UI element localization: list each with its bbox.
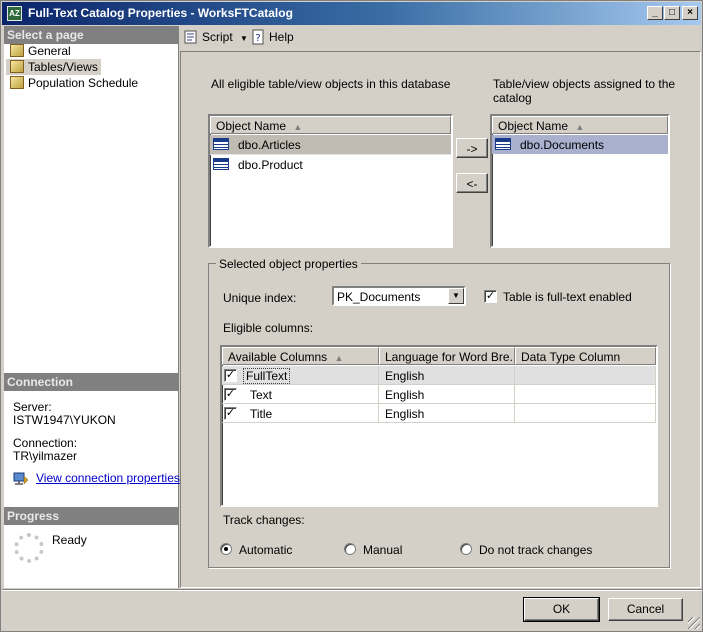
cancel-button[interactable]: Cancel [608, 598, 683, 621]
data-type-column-header[interactable]: Data Type Column [515, 347, 656, 365]
list-item[interactable]: dbo.Documents [492, 135, 668, 154]
eligible-columns-label: Eligible columns: [223, 321, 314, 335]
object-name-header[interactable]: Object Name ▲ [210, 116, 451, 134]
grid-cell [379, 366, 515, 385]
assigned-objects-label-line2: catalog [493, 91, 532, 105]
page-item-general[interactable]: General [6, 43, 74, 59]
svg-text:?: ? [255, 33, 260, 44]
grid-cell [379, 385, 515, 404]
list-item-label: dbo.Articles [238, 138, 301, 152]
toolbar: Script ▼ ? Help [179, 26, 701, 50]
ok-button[interactable]: OK [523, 597, 600, 622]
selected-object-properties-title: Selected object properties [216, 257, 361, 271]
table-row[interactable]: ✓ Text English [222, 385, 656, 404]
close-button[interactable]: × [682, 6, 698, 20]
list-item-label: dbo.Documents [520, 138, 605, 152]
chevron-down-icon[interactable]: ▼ [240, 34, 248, 43]
unique-index-value: PK_Documents [337, 290, 421, 304]
page-item-tables-views[interactable]: Tables/Views [6, 59, 101, 75]
page-item-label: General [28, 44, 71, 58]
progress-header: Progress [4, 507, 179, 525]
script-icon [184, 30, 197, 44]
app-icon: AZ [7, 6, 22, 21]
eligible-objects-list[interactable]: Object Name ▲ dbo.Articles dbo.Product [208, 114, 453, 248]
progress-status: Ready [52, 533, 87, 547]
page-item-label: Tables/Views [28, 60, 98, 74]
fulltext-enabled-checkbox[interactable]: ✓ [484, 290, 497, 303]
dialog-window: AZ Full-Text Catalog Properties - WorksF… [0, 0, 703, 632]
connection-label: Connection: [13, 436, 78, 450]
track-none-radio[interactable] [460, 543, 472, 555]
help-button[interactable]: ? Help [249, 29, 294, 47]
server-value: ISTW1947\YUKON [13, 413, 116, 427]
help-label: Help [269, 30, 294, 44]
track-none-label: Do not track changes [479, 543, 593, 557]
minimize-button[interactable]: _ [647, 6, 663, 20]
track-automatic-radio[interactable] [220, 543, 232, 555]
object-name-header-label: Object Name [498, 119, 569, 133]
grid-cell [515, 404, 656, 423]
connection-value: TR\yilmazer [13, 449, 78, 463]
script-label: Script [202, 30, 233, 44]
table-icon [213, 158, 229, 170]
sort-asc-icon: ▲ [334, 353, 344, 363]
grid-cell [222, 385, 379, 404]
page-icon [10, 60, 24, 73]
sort-asc-icon: ▲ [293, 122, 303, 132]
grid-cell [515, 385, 656, 404]
list-item[interactable]: dbo.Articles [210, 135, 451, 154]
page-icon [10, 76, 24, 89]
resize-grip-icon[interactable] [688, 617, 700, 629]
table-icon [213, 138, 229, 150]
list-item-label: dbo.Product [238, 158, 303, 172]
select-page-header: Select a page [4, 26, 179, 44]
sort-asc-icon: ▲ [575, 122, 585, 132]
table-row[interactable]: ✓ FullText English [222, 366, 656, 385]
track-manual-label: Manual [363, 543, 403, 557]
list-item[interactable]: dbo.Product [210, 154, 451, 173]
grid-cell [222, 404, 379, 423]
grid-cell [515, 366, 656, 385]
footer-separator [2, 589, 702, 590]
language-header[interactable]: Language for Word Bre... [379, 347, 515, 365]
available-columns-header-label: Available Columns [228, 350, 328, 364]
table-icon [495, 138, 511, 150]
script-button[interactable]: Script ▼ [182, 29, 248, 47]
eligible-objects-label: All eligible table/view objects in this … [211, 77, 451, 91]
grid-cell [379, 404, 515, 423]
page-item-population-schedule[interactable]: Population Schedule [6, 75, 141, 91]
progress-spinner-icon [14, 533, 44, 563]
page-icon [10, 44, 24, 57]
table-row[interactable]: ✓ Title English [222, 404, 656, 423]
left-panel: Select a page General Tables/Views Popul… [4, 26, 180, 588]
view-connection-properties-link[interactable]: View connection properties [36, 471, 180, 485]
chevron-down-icon[interactable]: ▼ [448, 288, 464, 304]
track-changes-label: Track changes: [223, 513, 305, 527]
window-title: Full-Text Catalog Properties - WorksFTCa… [28, 6, 293, 20]
fulltext-enabled-label: Table is full-text enabled [503, 290, 632, 304]
page-item-label: Population Schedule [28, 76, 139, 90]
track-automatic-label: Automatic [239, 543, 293, 557]
available-columns-header[interactable]: Available Columns ▲ [222, 347, 379, 365]
move-left-button[interactable]: <- [456, 173, 488, 193]
eligible-columns-grid[interactable]: Available Columns ▲ Language for Word Br… [220, 345, 658, 507]
move-right-button[interactable]: -> [456, 138, 488, 158]
server-label: Server: [13, 400, 52, 414]
object-name-header-label: Object Name [216, 119, 287, 133]
unique-index-select[interactable]: PK_Documents ▼ [332, 286, 466, 306]
object-name-header[interactable]: Object Name ▲ [492, 116, 668, 134]
track-manual-radio[interactable] [344, 543, 356, 555]
title-bar[interactable]: AZ Full-Text Catalog Properties - WorksF… [2, 2, 701, 25]
connection-properties-icon [13, 472, 29, 485]
assigned-objects-list[interactable]: Object Name ▲ dbo.Documents [490, 114, 670, 248]
grid-cell [222, 366, 379, 385]
unique-index-label: Unique index: [223, 291, 297, 305]
help-icon: ? [252, 29, 264, 45]
assigned-objects-label-line1: Table/view objects assigned to the [493, 77, 676, 91]
connection-header: Connection [4, 373, 179, 391]
maximize-button[interactable]: □ [664, 6, 680, 20]
